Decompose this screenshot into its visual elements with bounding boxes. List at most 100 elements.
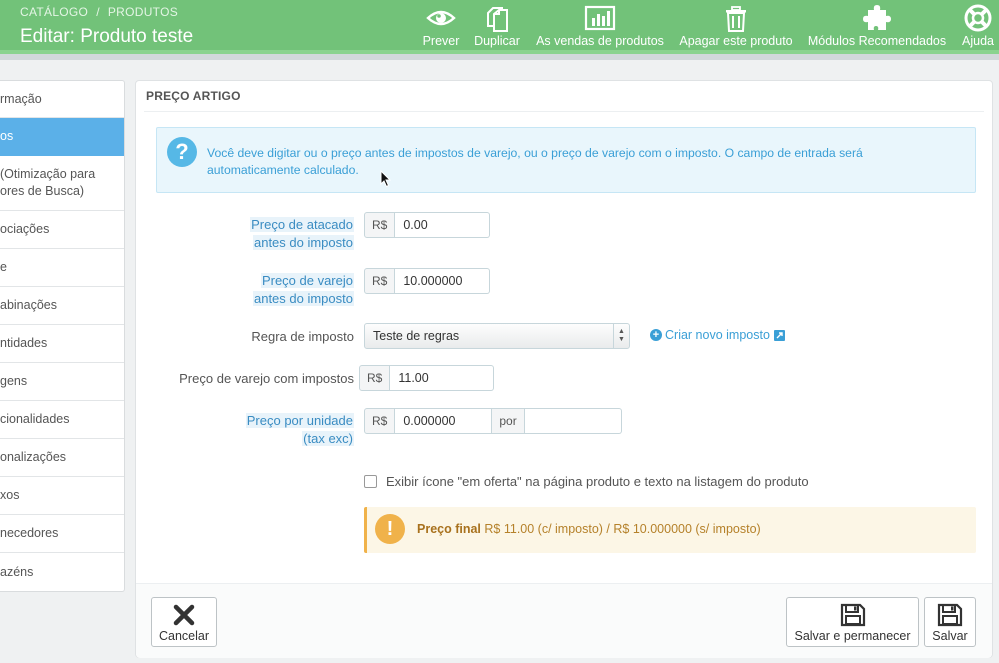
- tab-images[interactable]: gens: [0, 363, 124, 401]
- help-label: Ajuda: [962, 34, 994, 48]
- tab-seo[interactable]: (Otimização para ores de Busca): [0, 156, 124, 211]
- tab-label: onalizações: [0, 450, 67, 464]
- tab-label: ntidades: [0, 336, 48, 350]
- panel-heading: PREÇO ARTIGO: [146, 89, 241, 103]
- per-addon: por: [492, 408, 525, 434]
- retail-with-tax-label: Preço de varejo com impostos: [179, 371, 354, 386]
- wholesale-price-input[interactable]: 0.00: [395, 212, 491, 238]
- recommended-modules-button[interactable]: Módulos Recomendados: [806, 0, 948, 50]
- unit-price-group: R$ 0.000000 por: [364, 408, 622, 434]
- duplicate-button[interactable]: Duplicar: [472, 0, 522, 50]
- wholesale-price-group: R$ 0.00: [364, 212, 491, 238]
- close-icon: [152, 603, 216, 627]
- tab-label: (Otimização para ores de Busca): [0, 167, 96, 198]
- select-arrows-icon: ▲ ▼: [613, 324, 629, 348]
- tab-label: rmação: [0, 91, 42, 106]
- tab-attachments[interactable]: xos: [0, 477, 124, 515]
- product-tabs-menu: rmação os (Otimização para ores de Busca…: [0, 80, 125, 592]
- retail-price-label: Preço de varejo antes do imposto: [252, 273, 354, 306]
- page-header: CATÁLOGO / PRODUTOS Editar: Produto teste …: [0, 0, 999, 50]
- unit-type-input[interactable]: [524, 408, 622, 434]
- question-icon: ?: [167, 137, 197, 167]
- trash-icon: [676, 4, 796, 34]
- wholesale-price-label: Preço de atacado antes do imposto: [250, 217, 354, 250]
- retail-with-tax-input[interactable]: 11.00: [390, 365, 495, 391]
- save-label: Salvar: [932, 629, 968, 643]
- info-text: Você deve digitar ou o preço antes de im…: [207, 146, 863, 177]
- delete-product-label: Apagar este produto: [679, 34, 793, 48]
- tax-rule-selected: Teste de regras: [373, 329, 460, 343]
- currency-addon: R$: [359, 365, 391, 391]
- retail-with-tax-group: R$ 11.00: [359, 365, 495, 391]
- tab-label: abinações: [0, 298, 57, 312]
- panel-footer: Cancelar Salvar e permanecer Salvar: [136, 583, 992, 658]
- tab-warehouses[interactable]: azéns: [0, 553, 124, 591]
- tab-label: necedores: [0, 526, 59, 540]
- tax-rule-label: Regra de imposto: [251, 329, 354, 344]
- copy-icon: [472, 4, 522, 34]
- info-alert: ? Você deve digitar ou o preço antes de …: [156, 127, 976, 193]
- header-shadow: [0, 54, 999, 60]
- final-price-text: Preço final R$ 11.00 (c/ imposto) / R$ 1…: [417, 522, 761, 536]
- tab-label: ociações: [0, 222, 50, 236]
- floppy-disk-icon: [925, 603, 975, 627]
- panel-divider: [144, 111, 984, 112]
- tab-label: gens: [0, 374, 28, 388]
- lifebuoy-icon: [958, 4, 998, 34]
- bar-chart-icon: [534, 4, 666, 34]
- breadcrumb-products[interactable]: PRODUTOS: [108, 5, 178, 19]
- logo-fragment: [0, 14, 6, 36]
- save-and-stay-button[interactable]: Salvar e permanecer: [786, 597, 919, 647]
- save-and-stay-label: Salvar e permanecer: [794, 629, 911, 643]
- on-sale-row: Exibir ícone "em oferta" na página produ…: [364, 474, 809, 489]
- delete-product-button[interactable]: Apagar este produto: [676, 0, 796, 50]
- unit-price-input[interactable]: 0.000000: [395, 408, 493, 434]
- currency-addon: R$: [364, 408, 396, 434]
- breadcrumb-catalog[interactable]: CATÁLOGO: [20, 5, 88, 19]
- plus-circle-icon: +: [650, 329, 662, 341]
- exclamation-icon: !: [375, 514, 405, 544]
- product-sales-label: As vendas de produtos: [536, 34, 664, 48]
- floppy-disk-icon: [787, 603, 918, 627]
- retail-price-group: R$ 10.000000: [364, 268, 491, 294]
- tab-prices[interactable]: os: [0, 118, 124, 156]
- on-sale-label[interactable]: Exibir ícone "em oferta" na página produ…: [386, 474, 809, 489]
- external-link-icon: [773, 329, 785, 341]
- preview-button[interactable]: Prever: [420, 0, 462, 50]
- eye-icon: [420, 4, 462, 34]
- create-new-tax-link[interactable]: + Criar novo imposto: [650, 328, 785, 342]
- save-button[interactable]: Salvar: [924, 597, 976, 647]
- tab-shipping[interactable]: e: [0, 249, 124, 287]
- page-title: Editar: Produto teste: [20, 26, 194, 47]
- on-sale-checkbox[interactable]: [364, 475, 377, 488]
- retail-price-input[interactable]: 10.000000: [395, 268, 491, 294]
- tab-label: os: [0, 129, 14, 143]
- preview-label: Prever: [422, 34, 460, 48]
- final-price-alert: ! Preço final R$ 11.00 (c/ imposto) / R$…: [364, 507, 976, 553]
- tab-suppliers[interactable]: necedores: [0, 515, 124, 553]
- tab-label: xos: [0, 488, 20, 502]
- breadcrumb: CATÁLOGO / PRODUTOS: [20, 5, 178, 19]
- tab-associations[interactable]: ociações: [0, 211, 124, 249]
- tab-combinations[interactable]: abinações: [0, 287, 124, 325]
- tab-features[interactable]: cionalidades: [0, 401, 124, 439]
- help-button[interactable]: Ajuda: [958, 0, 998, 50]
- currency-addon: R$: [364, 268, 396, 294]
- tax-rule-select[interactable]: Teste de regras ▲ ▼: [364, 323, 630, 349]
- cancel-label: Cancelar: [158, 629, 210, 643]
- create-new-tax-label: Criar novo imposto: [665, 328, 770, 342]
- recommended-modules-label: Módulos Recomendados: [807, 34, 947, 48]
- duplicate-label: Duplicar: [474, 34, 520, 48]
- puzzle-icon: [806, 4, 948, 34]
- cancel-button[interactable]: Cancelar: [151, 597, 217, 647]
- tab-label: e: [0, 260, 7, 274]
- tab-information[interactable]: rmação: [0, 81, 124, 118]
- tab-label: azéns: [0, 564, 34, 579]
- product-sales-button[interactable]: As vendas de produtos: [534, 0, 666, 50]
- currency-addon: R$: [364, 212, 396, 238]
- tab-quantities[interactable]: ntidades: [0, 325, 124, 363]
- tab-customization[interactable]: onalizações: [0, 439, 124, 477]
- unit-price-label: Preço por unidade (tax exc): [245, 413, 354, 446]
- price-panel: PREÇO ARTIGO ? Você deve digitar ou o pr…: [135, 80, 993, 658]
- breadcrumb-separator: /: [96, 5, 100, 19]
